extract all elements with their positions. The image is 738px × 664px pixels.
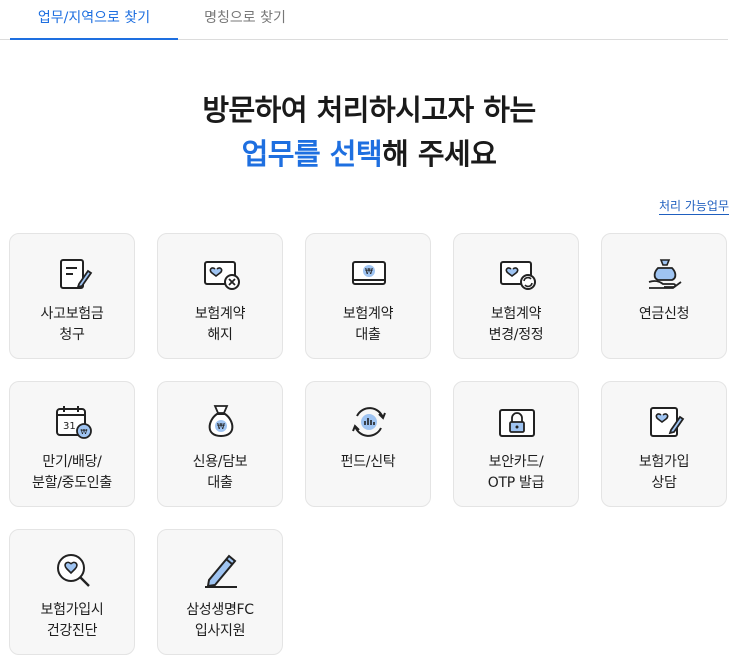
consult-heart-pen-icon — [645, 402, 685, 442]
available-tasks-link[interactable]: 처리 가능업무 — [658, 198, 729, 215]
card-accident-claim[interactable]: 사고보험금 청구 — [9, 233, 135, 359]
card-maturity-dividend[interactable]: 31 ₩ 만기/배당/ 분할/중도인출 — [9, 381, 135, 507]
fund-chart-icon — [349, 402, 389, 442]
fc-apply-pen-icon — [201, 550, 241, 590]
card-label: 사고보험금 청구 — [40, 306, 104, 343]
page-title: 방문하여 처리하시고자 하는 업무를 선택해 주세요 — [0, 88, 738, 176]
title-line-1: 방문하여 처리하시고자 하는 — [202, 93, 536, 127]
contract-loan-icon: ₩ — [349, 254, 389, 294]
card-label: 삼성생명FC 입사지원 — [186, 602, 254, 639]
tab-name-search[interactable]: 명칭으로 찾기 — [178, 0, 312, 39]
card-contract-change[interactable]: 보험계약 변경/정정 — [453, 233, 579, 359]
security-lock-icon — [497, 402, 537, 442]
card-pension[interactable]: 연금신청 — [601, 233, 727, 359]
svg-text:₩: ₩ — [81, 428, 88, 436]
card-credit-loan[interactable]: ₩ 신용/담보 대출 — [157, 381, 283, 507]
card-label: 신용/담보 대출 — [192, 454, 248, 491]
money-bag-icon: ₩ — [201, 402, 241, 442]
card-label: 펀드/신탁 — [340, 454, 396, 470]
card-label: 보험계약 대출 — [342, 306, 394, 343]
svg-text:₩: ₩ — [365, 267, 373, 276]
card-label: 만기/배당/ 분할/중도인출 — [32, 454, 112, 491]
card-label: 연금신청 — [638, 306, 690, 322]
title-rest: 해 주세요 — [382, 137, 497, 171]
card-insurance-consult[interactable]: 보험가입 상담 — [601, 381, 727, 507]
claim-document-icon — [53, 254, 93, 294]
contract-change-icon — [497, 254, 537, 294]
card-label: 보험가입 상담 — [638, 454, 690, 491]
card-label: 보안카드/ OTP 발급 — [487, 454, 545, 491]
card-fc-apply[interactable]: 삼성생명FC 입사지원 — [157, 529, 283, 655]
svg-text:₩: ₩ — [217, 422, 225, 431]
tab-bar: 업무/지역으로 찾기 명칭으로 찾기 — [0, 0, 728, 40]
tab-business-region[interactable]: 업무/지역으로 찾기 — [10, 0, 178, 40]
card-fund-trust[interactable]: 펀드/신탁 — [305, 381, 431, 507]
svg-text:31: 31 — [63, 421, 76, 432]
card-security-card-otp[interactable]: 보안카드/ OTP 발급 — [453, 381, 579, 507]
card-label: 보험가입시 건강진단 — [40, 602, 104, 639]
calendar-coin-icon: 31 ₩ — [53, 402, 93, 442]
title-highlight: 업무를 선택 — [241, 137, 383, 171]
card-label: 보험계약 변경/정정 — [488, 306, 544, 343]
card-contract-cancel[interactable]: 보험계약 해지 — [157, 233, 283, 359]
card-contract-loan[interactable]: ₩ 보험계약 대출 — [305, 233, 431, 359]
contract-cancel-icon — [201, 254, 241, 294]
card-health-checkup[interactable]: 보험가입시 건강진단 — [9, 529, 135, 655]
health-check-magnifier-icon — [53, 550, 93, 590]
card-label: 보험계약 해지 — [194, 306, 246, 343]
title-line-2: 업무를 선택해 주세요 — [0, 132, 738, 176]
pension-money-bag-icon — [645, 254, 685, 294]
